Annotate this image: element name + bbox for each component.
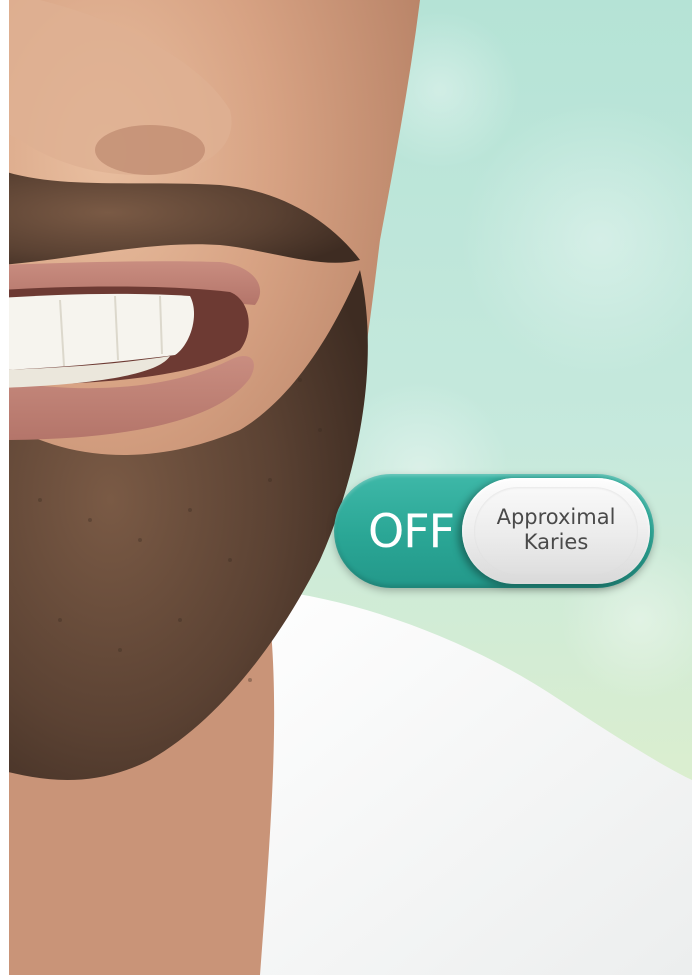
left-white-margin bbox=[0, 0, 9, 975]
toggle-knob[interactable]: Approximal Karies bbox=[462, 478, 650, 584]
knob-label-line2: Karies bbox=[523, 530, 589, 554]
ad-canvas: OFF Approximal Karies bbox=[0, 0, 692, 975]
knob-label-line1: Approximal bbox=[496, 505, 616, 529]
toggle-state-label: OFF bbox=[368, 504, 455, 558]
approximal-karies-toggle[interactable]: OFF Approximal Karies bbox=[334, 474, 654, 588]
toggle-knob-text: Approximal Karies bbox=[474, 505, 638, 555]
toggle-knob-face: Approximal Karies bbox=[474, 487, 638, 575]
